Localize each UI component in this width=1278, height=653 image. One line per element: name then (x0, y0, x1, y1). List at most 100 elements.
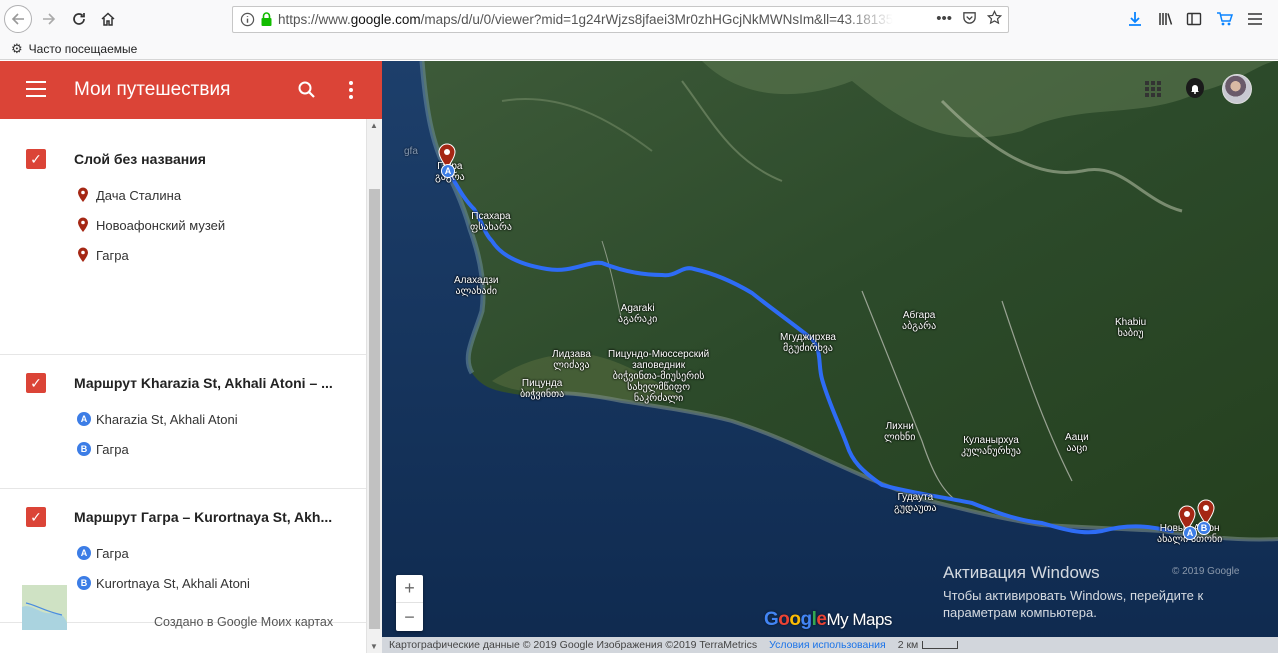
notifications-button[interactable] (1186, 78, 1204, 98)
gear-icon: ⚙ (11, 40, 23, 56)
windows-activation-text: Чтобы активировать Windows, перейдите к … (943, 588, 1204, 620)
map-legend-panel: Мои путешествия ✓ Слой без названия Дача… (0, 61, 382, 653)
map-label-abgara: Абгара აბგარა (902, 310, 937, 332)
home-button[interactable] (95, 6, 121, 32)
library-button[interactable] (1155, 8, 1177, 30)
pocket-icon[interactable] (962, 10, 977, 29)
route-point-a-icon: A (77, 412, 91, 426)
arrow-right-icon (43, 13, 56, 25)
layer-title[interactable]: Маршрут Kharazia St, Akhali Atoni – ... (74, 375, 333, 391)
item-label: Новоафонский музей (96, 217, 226, 233)
map-label-khabiu: Khabiu ხაბიუ (1115, 317, 1147, 339)
item-label: Гагра (96, 545, 129, 561)
list-item[interactable]: Новоафонский музей (77, 215, 225, 235)
map-pin-icon (78, 217, 88, 232)
list-item[interactable]: B Kurortnaya St, Akhali Atoni (77, 573, 250, 593)
route-marker-a[interactable]: A (441, 164, 455, 178)
layer-untitled: ✓ Слой без названия Дача Сталина Новоафо… (0, 119, 366, 355)
item-label: Kharazia St, Akhali Atoni (96, 411, 238, 427)
zoom-in-button[interactable]: + (396, 575, 423, 603)
map-pin-icon (78, 187, 88, 202)
item-label: Дача Сталина (96, 187, 182, 203)
map-title: Мои путешествия (74, 79, 231, 100)
google-apps-button[interactable] (1145, 81, 1161, 97)
info-icon[interactable] (239, 12, 255, 28)
reload-button[interactable] (66, 6, 92, 32)
bookmark-star-icon[interactable] (986, 9, 1003, 29)
map-label-lidzava: Лидзава ლიძავა (552, 349, 591, 371)
layer-route-1: ✓ Маршрут Kharazia St, Akhali Atoni – ..… (0, 355, 366, 489)
downloads-button[interactable] (1124, 8, 1146, 30)
hamburger-icon (1248, 13, 1262, 25)
map-label-mgudzirhva: Мгуджирхва მგუძირხვა (780, 332, 836, 354)
layer-title[interactable]: Слой без названия (74, 151, 206, 167)
terms-link[interactable]: Условия использования (769, 639, 886, 651)
map-label-aatsi: Ааци ააცი (1065, 432, 1089, 454)
layer-checkbox[interactable]: ✓ (26, 507, 46, 527)
list-item[interactable]: Гагра (77, 245, 129, 265)
download-icon (1129, 12, 1141, 26)
map-label-gudauta: Гудаута გუდაუთა (894, 492, 937, 514)
reload-icon (73, 13, 85, 25)
layer-list: ✓ Слой без названия Дача Сталина Новоафо… (0, 119, 366, 653)
map-label-faint: gfa (404, 146, 418, 157)
layer-title[interactable]: Маршрут Гагра – Kurortnaya St, Akh... (74, 509, 332, 525)
zoom-control: + − (396, 575, 423, 631)
back-button[interactable] (4, 5, 32, 33)
map-thumbnail[interactable] (22, 585, 67, 630)
scale-indicator[interactable]: 2 км (898, 639, 959, 651)
shopping-cart-button[interactable] (1213, 8, 1235, 30)
scale-bar (922, 641, 959, 649)
page-actions-icon[interactable]: ••• (936, 10, 952, 29)
home-icon (101, 12, 115, 26)
route-marker-b[interactable]: B (1197, 521, 1211, 535)
item-label: Kurortnaya St, Akhali Atoni (96, 575, 250, 591)
url-text[interactable]: https://www.google.com/maps/d/u/0/viewer… (278, 12, 893, 27)
scale-label: 2 км (897, 639, 919, 651)
panel-header: Мои путешествия (0, 61, 382, 119)
map-pin-icon (78, 247, 88, 262)
google-logo-text: Google (764, 609, 827, 630)
list-item[interactable]: A Kharazia St, Akhali Atoni (77, 409, 238, 429)
map-copyright: Картографические данные © 2019 Google Из… (389, 639, 758, 651)
my-maps-text: My Maps (826, 610, 892, 629)
map-label-alakhadzi: Алахадзи ალახაძი (454, 275, 499, 297)
bell-icon (1191, 84, 1199, 94)
forward-button[interactable] (36, 6, 62, 32)
list-item[interactable]: A Гагра (77, 543, 129, 563)
route-marker-a-end[interactable]: A (1183, 526, 1197, 540)
library-icon (1159, 13, 1173, 25)
windows-activation-title: Активация Windows (943, 563, 1100, 582)
url-bar[interactable]: https://www.google.com/maps/d/u/0/viewer… (232, 6, 1009, 33)
map-canvas[interactable]: Гагра გაგრა gfa Псахара ფსახარა Алахадзи… (382, 61, 1278, 653)
panel-scrollbar[interactable]: ▲ ▼ (366, 119, 382, 653)
bookmark-most-visited[interactable]: Часто посещаемые (29, 42, 138, 56)
item-label: Гагра (96, 441, 129, 457)
layer-checkbox[interactable]: ✓ (26, 373, 46, 393)
search-icon (298, 81, 315, 98)
route-point-a-icon: A (77, 546, 91, 560)
search-button[interactable] (296, 79, 318, 101)
list-item[interactable]: B Гагра (77, 439, 129, 459)
map-label-likhni: Лихни ლიხნი (884, 421, 916, 443)
lock-icon[interactable] (258, 12, 274, 28)
route-point-b-icon: B (77, 576, 91, 590)
map-label-pitsunda: Пицунда ბიჭვინთა (520, 378, 565, 400)
map-label-pitsunda-reserve: Пицундо-Мюссерский заповедник ბიჭვინთა-მ… (608, 349, 710, 404)
more-options-button[interactable] (346, 79, 356, 101)
cart-icon (1216, 12, 1233, 26)
sidebar-button[interactable] (1183, 8, 1205, 30)
map-footer: Картографические данные © 2019 Google Из… (382, 637, 1278, 653)
created-with-link[interactable]: Создано в Google Моих картах (154, 615, 333, 629)
windows-activation-watermark: Активация Windows Чтобы активировать Win… (943, 563, 1203, 621)
menu-button[interactable] (1244, 8, 1266, 30)
item-label: Гагра (96, 247, 129, 263)
list-item[interactable]: Дача Сталина (77, 185, 181, 205)
avatar[interactable] (1222, 74, 1252, 104)
zoom-out-button[interactable]: − (396, 603, 423, 631)
map-label-agaraki: Agaraki აგარაკი (618, 303, 658, 325)
layer-checkbox[interactable]: ✓ (26, 149, 46, 169)
bookmarks-toolbar: ⚙ Часто посещаемые (0, 38, 1278, 60)
menu-icon[interactable] (26, 81, 46, 97)
browser-toolbar: https://www.google.com/maps/d/u/0/viewer… (0, 0, 1278, 38)
